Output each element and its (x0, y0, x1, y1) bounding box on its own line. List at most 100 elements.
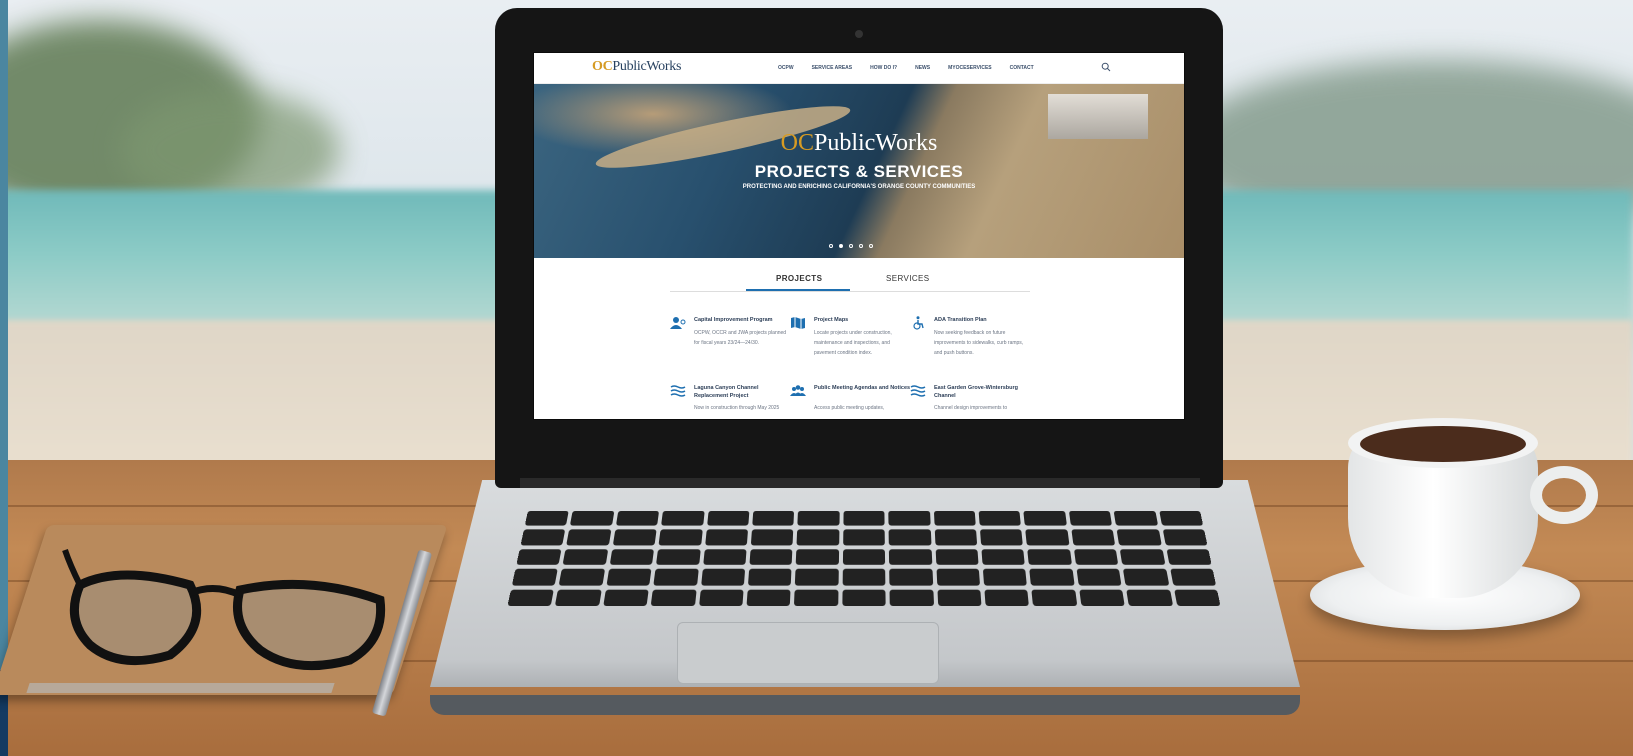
hero-subtitle: PROTECTING AND ENRICHING CALIFORNIA'S OR… (533, 184, 1185, 190)
water-icon (910, 384, 926, 398)
left-edge-strip (0, 0, 8, 756)
keyboard-key (1170, 569, 1216, 585)
keyboard-key (751, 530, 794, 546)
webcam (855, 30, 863, 38)
site-header: OCPublicWorks OCPW SERVICE AREAS HOW DO … (533, 52, 1185, 84)
card-title: ADA Transition Plan (934, 316, 1034, 324)
map-icon (790, 316, 806, 330)
keyboard-key (1028, 549, 1072, 565)
card-title: Public Meeting Agendas and Notices (814, 384, 914, 392)
touchpad (677, 622, 939, 684)
keyboard-key (1114, 511, 1158, 526)
carousel-dot[interactable] (859, 244, 863, 248)
keyboard-key (888, 511, 930, 526)
keyboard-key (794, 589, 838, 606)
keyboard-key (843, 511, 885, 526)
carousel-dot[interactable] (849, 244, 853, 248)
tab-services[interactable]: SERVICES (886, 274, 930, 283)
card-desc: OCPW, OCCR and JWA projects planned for … (694, 328, 792, 348)
keyboard-key (651, 589, 696, 606)
keyboard-key (1024, 511, 1067, 526)
water-icon (670, 384, 686, 398)
keyboard-key (555, 589, 601, 606)
keyboard-key (842, 569, 885, 585)
keyboard-key (984, 589, 1029, 606)
users-icon (670, 316, 686, 330)
keyboard-key (842, 589, 886, 606)
keyboard-key (570, 511, 614, 526)
keyboard-key (752, 511, 794, 526)
nav-item-ocpw[interactable]: OCPW (778, 65, 794, 71)
keyboard-key (1159, 511, 1203, 526)
nav-item-service-areas[interactable]: SERVICE AREAS (812, 65, 853, 71)
keyboard-key (661, 511, 704, 526)
nav-item-myoceservices[interactable]: MYOCESERVICES (948, 65, 992, 71)
hero-logo-oc: OC (781, 130, 814, 156)
card-title: Laguna Canyon Channel Replacement Projec… (694, 384, 794, 400)
carousel-dot[interactable] (869, 244, 873, 248)
notebook-pages (26, 683, 334, 693)
keyboard-key (748, 569, 792, 585)
keyboard-key (936, 569, 980, 585)
nav-item-how-do-i[interactable]: HOW DO I? (870, 65, 897, 71)
keyboard-key (749, 549, 792, 565)
keyboard-key (1117, 530, 1162, 546)
keyboard-key (889, 569, 932, 585)
carousel-dot-active[interactable] (839, 244, 843, 248)
carousel-dot[interactable] (829, 244, 833, 248)
keyboard-key (654, 569, 699, 585)
keyboard-key (701, 569, 745, 585)
card-desc: Channel design improvements to (934, 403, 1032, 413)
nav-item-contact[interactable]: CONTACT (1010, 65, 1034, 71)
keyboard-key (613, 530, 657, 546)
keyboard-key (889, 549, 932, 565)
keyboard-key (935, 549, 978, 565)
hero-logo-text: PublicWorks (814, 130, 937, 156)
keyboard-key (1162, 530, 1207, 546)
keyboard-key (1030, 569, 1075, 585)
keyboard-key (603, 589, 649, 606)
keyboard-key (1123, 569, 1169, 585)
keyboard-key (703, 549, 747, 565)
keyboard-key (512, 569, 558, 585)
hero-logo: OCPublicWorks (533, 130, 1185, 157)
keyboard-key (797, 530, 839, 546)
keyboard-key (659, 530, 703, 546)
card-desc: Now seeking feedback on future improveme… (934, 328, 1032, 358)
keyboard-key (983, 569, 1027, 585)
nav-item-news[interactable]: NEWS (915, 65, 930, 71)
card-title: East Garden Grove-Wintersburg Channel (934, 384, 1034, 400)
wheelchair-icon (910, 316, 926, 330)
keyboard-key (1026, 530, 1070, 546)
logo-oc: OC (592, 59, 612, 74)
keyboard-key (707, 511, 750, 526)
keyboard-key (521, 530, 566, 546)
keyboard-key (843, 549, 886, 565)
keyboard-key (559, 569, 605, 585)
site-logo[interactable]: OCPublicWorks (592, 59, 681, 75)
card-title: Capital Improvement Program (694, 316, 794, 324)
keyboard-key (525, 511, 569, 526)
keyboard-key (934, 530, 977, 546)
tab-projects[interactable]: PROJECTS (776, 274, 822, 283)
search-icon[interactable] (1101, 62, 1111, 72)
keyboard-key (1126, 589, 1172, 606)
keyboard-key (934, 511, 976, 526)
eyeglasses-icon (60, 545, 400, 675)
keyboard-key (980, 530, 1023, 546)
keyboard-key (516, 549, 562, 565)
hero-banner: OCPublicWorks PROJECTS & SERVICES PROTEC… (533, 84, 1185, 258)
group-icon (790, 384, 806, 398)
keyboard-key (1079, 589, 1125, 606)
keyboard-key (747, 589, 791, 606)
keyboard-key (796, 549, 839, 565)
keyboard-key (610, 549, 655, 565)
tab-bar: PROJECTS SERVICES (670, 272, 1030, 292)
keyboard-key (1166, 549, 1212, 565)
card-desc: Access public meeting updates, (814, 403, 912, 413)
keyboard-key (507, 589, 554, 606)
keyboard-key (1074, 549, 1119, 565)
keyboard-key (890, 589, 934, 606)
keyboard-key (567, 530, 612, 546)
hero-title: PROJECTS & SERVICES (533, 162, 1185, 182)
